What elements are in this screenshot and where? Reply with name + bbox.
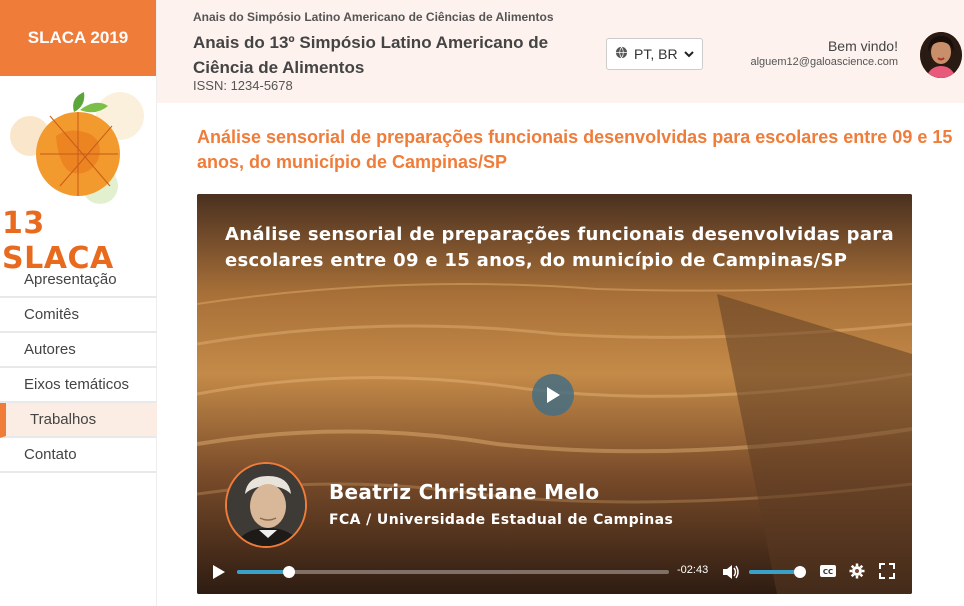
speaker-affiliation: FCA / Universidade Estadual de Campinas	[329, 512, 674, 528]
globe-icon	[615, 46, 628, 62]
control-play-icon[interactable]	[211, 563, 227, 586]
gear-icon[interactable]	[849, 563, 865, 584]
video-player[interactable]: Análise sensorial de preparações funcion…	[197, 194, 912, 594]
progress-handle[interactable]	[282, 566, 295, 578]
play-icon	[547, 387, 560, 403]
video-title: Análise sensorial de preparações funcion…	[225, 224, 894, 271]
speaker-name: Beatriz Christiane Melo	[329, 480, 600, 504]
play-button[interactable]	[532, 374, 574, 416]
header-title: Anais do 13º Simpósio Latino Americano d…	[193, 33, 549, 77]
sidebar-item-contato[interactable]: Contato	[0, 438, 157, 473]
article-title: Análise sensorial de preparações funcion…	[197, 127, 953, 172]
language-value: PT, BR	[634, 46, 678, 62]
header-small-title: Anais do Simpósio Latino Americano de Ci…	[193, 10, 554, 24]
svg-text:CC: CC	[823, 568, 833, 576]
sidebar-item-trabalhos[interactable]: Trabalhos	[0, 403, 157, 438]
volume-slider[interactable]	[749, 566, 807, 578]
sidebar-item-comites[interactable]: Comitês	[0, 298, 157, 333]
sidebar-item-apresentacao[interactable]: Apresentação	[0, 263, 157, 298]
sidebar-item-eixos-tematicos[interactable]: Eixos temáticos	[0, 368, 157, 403]
time-remaining: -02:43	[677, 564, 709, 576]
player-controls: -02:43 CC	[197, 550, 912, 594]
fullscreen-icon[interactable]	[879, 563, 895, 584]
speaker-photo	[225, 462, 307, 548]
chevron-down-icon	[683, 46, 695, 65]
brand-title[interactable]: SLACA 2019	[0, 0, 156, 76]
volume-handle[interactable]	[794, 566, 807, 578]
issn-label: ISSN: 1234-5678	[193, 78, 293, 93]
avatar[interactable]	[920, 32, 962, 78]
welcome-text: Bem vindo!	[827, 38, 898, 54]
sidebar: SLACA 2019 13 SLACA Apresentação Comitês…	[0, 0, 157, 606]
volume-fill	[749, 570, 801, 574]
progress-fill	[237, 570, 289, 574]
language-select[interactable]: PT, BR	[606, 38, 703, 70]
sidebar-nav: Apresentação Comitês Autores Eixos temát…	[0, 263, 157, 473]
user-email: alguem12@galoascience.com	[750, 56, 898, 68]
page: SLACA 2019 13 SLACA Apresentação Comitês…	[0, 0, 964, 606]
volume-icon[interactable]	[722, 564, 740, 585]
sidebar-item-autores[interactable]: Autores	[0, 333, 157, 368]
header: Anais do Simpósio Latino Americano de Ci…	[157, 0, 964, 103]
event-logo[interactable]: 13 SLACA	[0, 76, 156, 276]
cc-icon[interactable]: CC	[819, 563, 837, 584]
progress-bar[interactable]	[237, 566, 669, 578]
